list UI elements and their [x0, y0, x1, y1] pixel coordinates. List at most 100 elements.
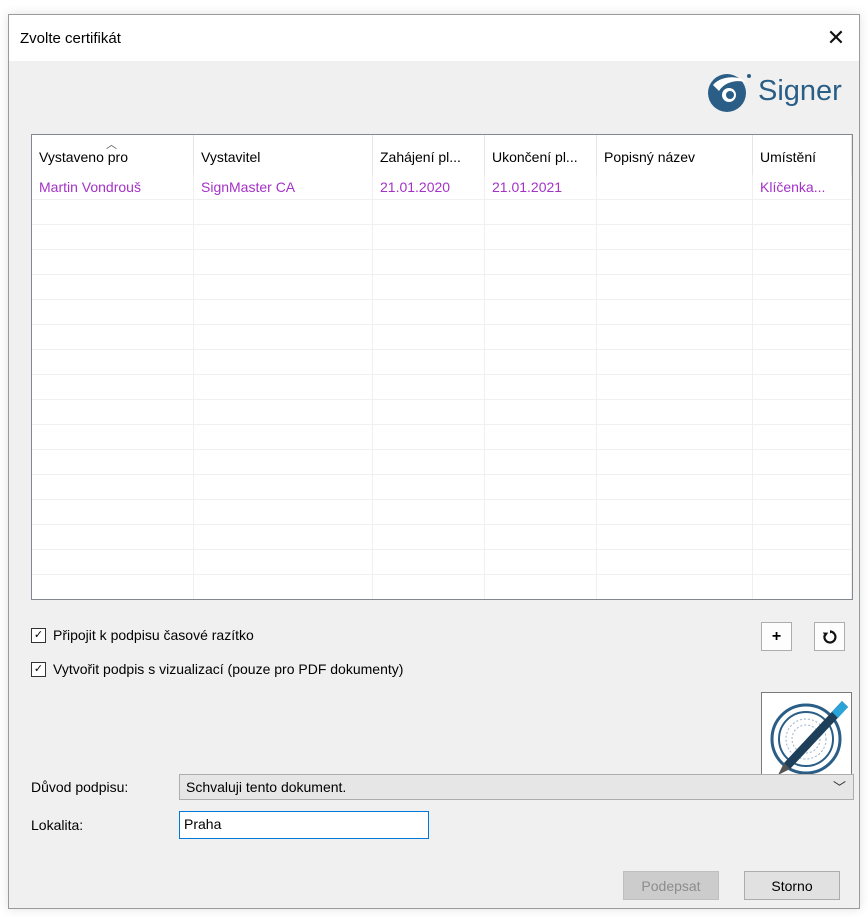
close-icon[interactable]: ✕: [813, 15, 859, 61]
empty-cell: [32, 475, 194, 500]
empty-cell: [373, 500, 485, 525]
empty-table-row: [32, 575, 852, 599]
empty-cell: [485, 425, 597, 450]
empty-cell: [194, 525, 373, 550]
empty-cell: [32, 575, 194, 599]
empty-table-row: [32, 425, 852, 450]
certificate-dialog: Zvolte certifikát ✕ Signer ︿ Vystaveno p…: [8, 14, 860, 909]
reason-select[interactable]: Schvaluji tento dokument. ﹀: [179, 774, 854, 800]
empty-table-row: [32, 350, 852, 375]
title-bar: Zvolte certifikát ✕: [9, 15, 859, 61]
empty-cell: [32, 325, 194, 350]
location-input[interactable]: Praha: [179, 811, 429, 839]
empty-cell: [753, 525, 852, 550]
empty-cell: [373, 225, 485, 250]
empty-cell: [194, 475, 373, 500]
table-row[interactable]: Martin Vondrouš SignMaster CA 21.01.2020…: [32, 175, 852, 200]
empty-cell: [597, 550, 753, 575]
empty-cell: [597, 500, 753, 525]
empty-table-row: [32, 200, 852, 225]
empty-table-row: [32, 225, 852, 250]
empty-cell: [194, 400, 373, 425]
empty-cell: [373, 525, 485, 550]
empty-cell: [32, 550, 194, 575]
empty-cell: [485, 200, 597, 225]
logo-text: Signer: [758, 75, 842, 107]
empty-cell: [373, 300, 485, 325]
signer-logo: Signer: [703, 67, 851, 115]
empty-cell: [194, 500, 373, 525]
empty-cell: [194, 325, 373, 350]
checkmark-icon: ✓: [33, 628, 44, 641]
empty-cell: [753, 225, 852, 250]
empty-cell: [373, 350, 485, 375]
empty-cell: [194, 375, 373, 400]
empty-cell: [597, 525, 753, 550]
empty-cell: [485, 350, 597, 375]
timestamp-checkbox[interactable]: ✓: [31, 627, 46, 643]
empty-cell: [753, 200, 852, 225]
empty-cell: [485, 300, 597, 325]
empty-cell: [485, 375, 597, 400]
chevron-down-icon: ﹀: [832, 780, 846, 795]
empty-cell: [485, 550, 597, 575]
empty-cell: [753, 275, 852, 300]
empty-cell: [373, 550, 485, 575]
cell-issuer: SignMaster CA: [194, 175, 373, 200]
empty-cell: [753, 550, 852, 575]
empty-cell: [485, 250, 597, 275]
plus-icon: +: [771, 627, 782, 645]
cancel-button[interactable]: Storno: [744, 871, 840, 900]
empty-cell: [597, 400, 753, 425]
visualization-option[interactable]: ✓ Vytvořit podpis s vizualizací (pouze p…: [31, 661, 403, 677]
column-header-issued-to[interactable]: ︿ Vystaveno pro: [32, 135, 194, 175]
column-header-location[interactable]: Umístění: [753, 135, 852, 175]
cell-issued-to: Martin Vondrouš: [32, 175, 194, 200]
empty-cell: [485, 325, 597, 350]
empty-cell: [373, 425, 485, 450]
empty-cell: [194, 550, 373, 575]
empty-cell: [597, 450, 753, 475]
location-label: Lokalita:: [31, 817, 84, 833]
cell-location: Klíčenka...: [753, 175, 852, 200]
empty-cell: [194, 225, 373, 250]
empty-cell: [485, 525, 597, 550]
refresh-button[interactable]: [814, 622, 845, 651]
empty-table-row: [32, 475, 852, 500]
empty-cell: [32, 425, 194, 450]
signature-visualization-preview[interactable]: [761, 692, 852, 783]
timestamp-option[interactable]: ✓ Připojit k podpisu časové razítko: [31, 627, 254, 643]
empty-cell: [597, 425, 753, 450]
empty-cell: [32, 275, 194, 300]
empty-cell: [373, 475, 485, 500]
empty-cell: [597, 300, 753, 325]
empty-cell: [32, 300, 194, 325]
empty-cell: [597, 350, 753, 375]
empty-cell: [194, 425, 373, 450]
empty-cell: [753, 450, 852, 475]
column-header-issuer[interactable]: Vystavitel: [194, 135, 373, 175]
empty-cell: [597, 200, 753, 225]
empty-cell: [753, 500, 852, 525]
empty-cell: [597, 250, 753, 275]
sign-button[interactable]: Podepsat: [623, 871, 719, 900]
empty-cell: [194, 450, 373, 475]
visualization-checkbox[interactable]: ✓: [31, 661, 46, 677]
empty-table-row: [32, 275, 852, 300]
column-header-friendly-name[interactable]: Popisný název: [597, 135, 753, 175]
certificate-table[interactable]: ︿ Vystaveno pro Vystavitel Zahájení pl..…: [31, 134, 853, 600]
empty-cell: [373, 200, 485, 225]
empty-cell: [32, 225, 194, 250]
column-header-valid-to[interactable]: Ukončení pl...: [485, 135, 597, 175]
empty-cell: [753, 575, 852, 599]
add-button[interactable]: +: [761, 622, 792, 651]
empty-cell: [485, 275, 597, 300]
empty-cell: [32, 525, 194, 550]
empty-table-row: [32, 525, 852, 550]
empty-cell: [485, 225, 597, 250]
column-header-valid-from[interactable]: Zahájení pl...: [373, 135, 485, 175]
empty-cell: [753, 250, 852, 275]
empty-cell: [485, 400, 597, 425]
timestamp-label: Připojit k podpisu časové razítko: [53, 627, 254, 643]
empty-cell: [597, 325, 753, 350]
